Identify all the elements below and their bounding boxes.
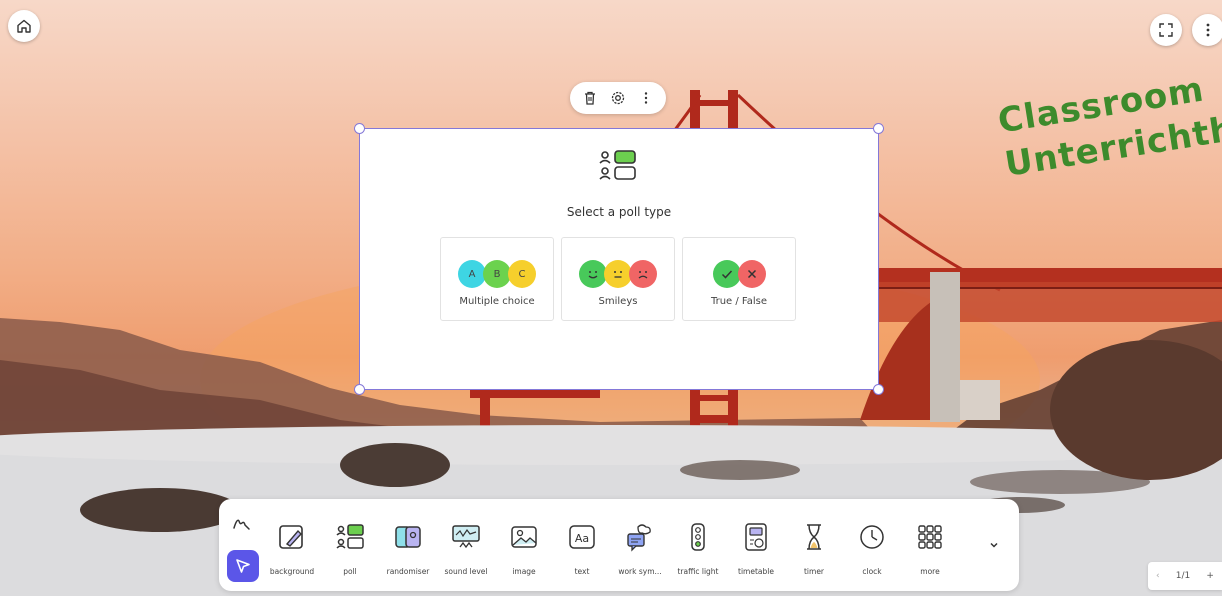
tool-image[interactable]: image — [495, 517, 553, 576]
chevron-down-icon — [990, 542, 998, 548]
option-label: Multiple choice — [459, 296, 535, 307]
page-indicator: 1/1 — [1175, 571, 1191, 581]
add-page-button[interactable]: + — [1206, 571, 1214, 581]
option-label: Smileys — [598, 296, 638, 307]
poll-icon — [336, 524, 364, 549]
poll-title: Select a poll type — [566, 205, 672, 219]
svg-text:Aa: Aa — [575, 532, 589, 545]
traffic-light-icon — [691, 523, 705, 551]
tool-more[interactable]: more — [901, 517, 959, 576]
happy-smiley-icon — [579, 260, 607, 288]
kebab-icon — [644, 92, 648, 104]
resize-handle-tr[interactable] — [873, 123, 884, 134]
tool-background[interactable]: background — [263, 517, 321, 576]
tool-text[interactable]: Aa text — [553, 517, 611, 576]
true-false-circles — [712, 260, 766, 288]
smiley-circles — [579, 260, 657, 288]
trash-icon — [585, 91, 595, 105]
work-symbols-icon — [627, 524, 651, 552]
tool-clock[interactable]: clock — [843, 517, 901, 576]
option-smileys[interactable]: Smileys — [561, 237, 675, 321]
image-icon — [511, 526, 537, 548]
page-counter: ‹ 1/1 + — [1148, 562, 1222, 590]
widget-toolbar — [570, 82, 666, 114]
text-icon: Aa — [569, 525, 595, 549]
check-icon — [712, 260, 741, 288]
home-button[interactable] — [8, 10, 40, 42]
multiple-choice-circles: A B C — [458, 260, 536, 288]
expand-dock-button[interactable] — [986, 537, 1002, 553]
timetable-icon — [745, 523, 767, 551]
tool-timer[interactable]: timer — [785, 517, 843, 576]
settings-button[interactable] — [607, 87, 629, 109]
tool-traffic-light[interactable]: traffic light — [669, 517, 727, 576]
tool-dock: background poll randomiser sound level i… — [219, 499, 1019, 591]
fullscreen-icon — [1159, 23, 1173, 37]
widget-more-button[interactable] — [635, 87, 657, 109]
resize-handle-br[interactable] — [873, 384, 884, 395]
home-icon — [17, 19, 31, 33]
fullscreen-button[interactable] — [1150, 14, 1182, 46]
option-true-false[interactable]: True / False — [682, 237, 796, 321]
menu-button[interactable] — [1192, 14, 1222, 46]
prev-page-button[interactable]: ‹ — [1156, 571, 1160, 581]
widget-tools: background poll randomiser sound level i… — [263, 517, 959, 576]
tool-timetable[interactable]: timetable — [727, 517, 785, 576]
pointer-tool-button[interactable] — [227, 550, 259, 582]
clock-icon — [860, 525, 884, 549]
cross-icon — [737, 260, 766, 288]
background-icon — [279, 525, 303, 549]
more-grid-icon — [918, 525, 942, 549]
choice-b-circle: B — [483, 260, 511, 288]
tool-sound-level[interactable]: sound level — [437, 517, 495, 576]
pen-tool-button[interactable] — [231, 512, 253, 534]
poll-type-options: A B C Multiple choice Smileys True / Fal… — [440, 237, 796, 321]
choice-c-circle: C — [508, 260, 536, 288]
option-label: True / False — [710, 296, 768, 307]
poll-widget[interactable]: Select a poll type A B C Multiple choice — [354, 123, 884, 395]
resize-handle-tl[interactable] — [354, 123, 365, 134]
option-multiple-choice[interactable]: A B C Multiple choice — [440, 237, 554, 321]
choice-a-circle: A — [458, 260, 486, 288]
delete-button[interactable] — [579, 87, 601, 109]
sad-smiley-icon — [629, 260, 657, 288]
cursor-arrow-icon — [236, 559, 250, 573]
tool-work-symbols[interactable]: work sym... — [611, 517, 669, 576]
hourglass-icon — [807, 524, 821, 550]
kebab-menu-icon — [1206, 23, 1210, 37]
tool-randomiser[interactable]: randomiser — [379, 517, 437, 576]
gear-icon — [611, 91, 625, 105]
pen-icon — [233, 519, 250, 530]
neutral-smiley-icon — [604, 260, 632, 288]
sound-level-icon — [452, 525, 480, 549]
tool-poll[interactable]: poll — [321, 517, 379, 576]
randomiser-icon — [395, 526, 421, 548]
poll-icon — [599, 150, 636, 180]
resize-handle-bl[interactable] — [354, 384, 365, 395]
